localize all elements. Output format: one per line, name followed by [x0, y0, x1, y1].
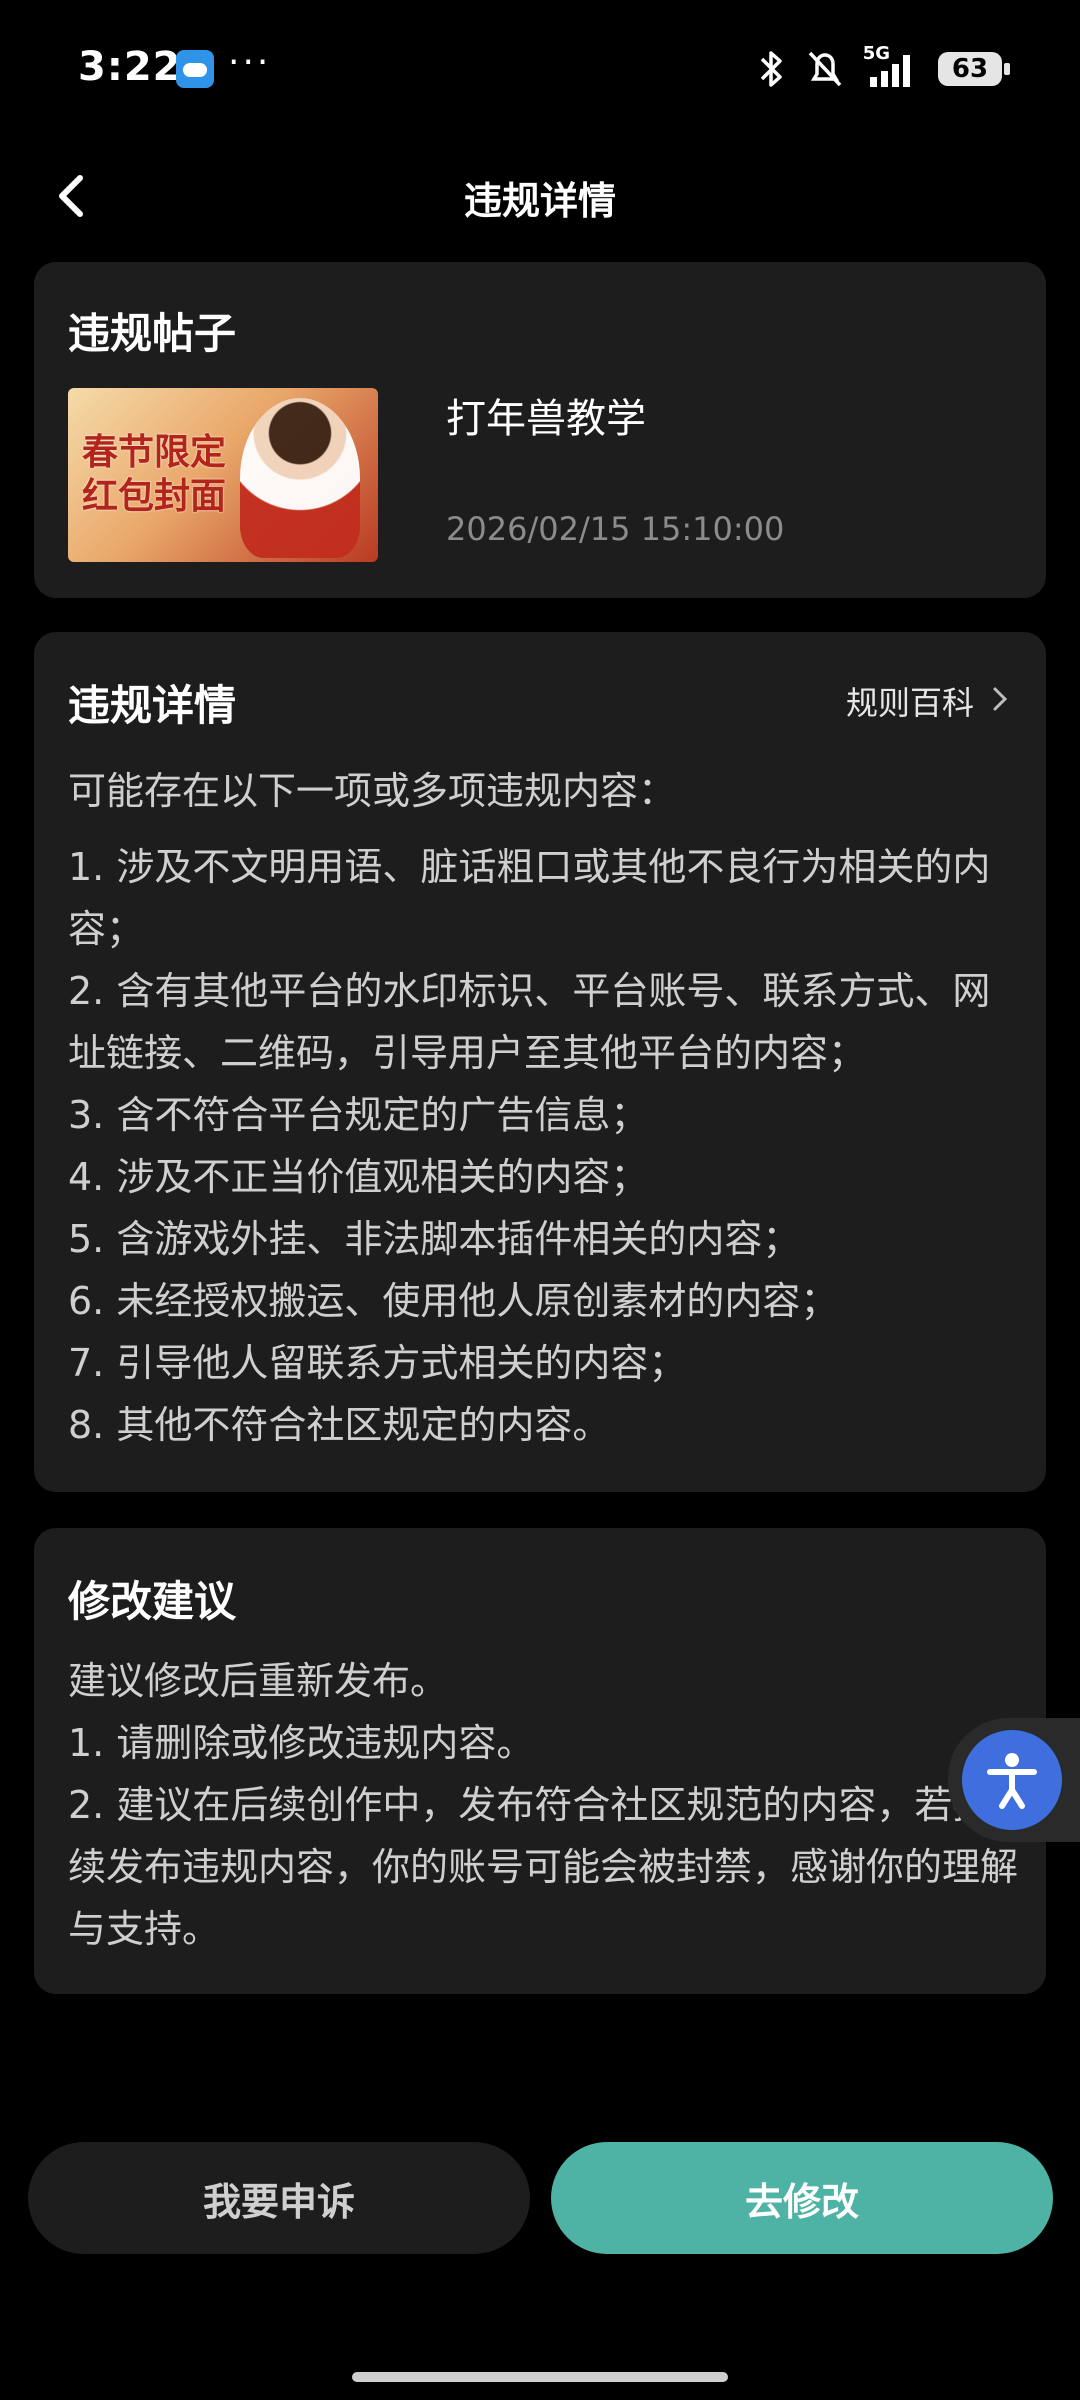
- list-item: 2. 含有其他平台的水印标识、平台账号、联系方式、网址链接、二维码，引导用户至其…: [68, 969, 991, 1075]
- edit-button[interactable]: 去修改: [551, 2142, 1053, 2254]
- signal-strength-icon: 5G: [863, 43, 920, 89]
- battery-indicator: 63: [938, 52, 1010, 86]
- list-item: 6. 未经授权搬运、使用他人原创素材的内容；: [68, 1279, 839, 1323]
- list-item: 1. 涉及不文明用语、脏话粗口或其他不良行为相关的内容；: [68, 845, 991, 951]
- thumbnail-caption-line1: 春节限定: [82, 431, 227, 473]
- section-title-advice: 修改建议: [68, 1577, 237, 1626]
- status-bar: 3:22 ··· 5G 63: [0, 0, 1080, 140]
- bluetooth-icon: [756, 49, 786, 89]
- list-item: 4. 涉及不正当价值观相关的内容；: [68, 1155, 649, 1199]
- appeal-button[interactable]: 我要申诉: [28, 2142, 530, 2254]
- post-thumbnail[interactable]: 春节限定 红包封面: [68, 388, 378, 562]
- list-item: 3. 含不符合平台规定的广告信息；: [68, 1093, 649, 1137]
- home-indicator[interactable]: [352, 2372, 728, 2382]
- advice-text: 建议修改后重新发布。 1. 请删除或修改违规内容。 2. 建议在后续创作中，发布…: [68, 1650, 1018, 1960]
- more-notifications-icon: ···: [228, 42, 272, 83]
- accessibility-icon: [962, 1730, 1062, 1830]
- list-item: 8. 其他不符合社区规定的内容。: [68, 1403, 611, 1447]
- advice-line: 建议修改后重新发布。: [68, 1659, 449, 1703]
- list-item: 7. 引导他人留联系方式相关的内容；: [68, 1341, 687, 1385]
- rules-link-label: 规则百科: [845, 684, 974, 722]
- post-title[interactable]: 打年兽教学: [446, 386, 646, 444]
- advice-line: 1. 请删除或修改违规内容。: [68, 1721, 535, 1765]
- violation-list: 1. 涉及不文明用语、脏话粗口或其他不良行为相关的内容； 2. 含有其他平台的水…: [68, 836, 1018, 1456]
- thumbnail-caption-line2: 红包封面: [82, 475, 227, 517]
- mute-bell-icon: [804, 49, 846, 89]
- violation-intro-text: 可能存在以下一项或多项违规内容：: [68, 769, 677, 813]
- list-item: 5. 含游戏外挂、非法脚本插件相关的内容；: [68, 1217, 801, 1261]
- rules-encyclopedia-link[interactable]: 规则百科: [846, 678, 1008, 724]
- section-title-post: 违规帖子: [68, 309, 237, 358]
- status-icons: 5G 63: [756, 43, 1010, 94]
- battery-level: 63: [951, 54, 989, 84]
- section-title-details: 违规详情: [68, 681, 237, 730]
- status-time: 3:22: [78, 44, 182, 90]
- thumbnail-caption: 春节限定 红包封面: [82, 430, 226, 518]
- post-date: 2026/02/15 15:10:00: [446, 510, 785, 548]
- violation-details-card: 违规详情 规则百科 可能存在以下一项或多项违规内容： 1. 涉及不文明用语、脏话…: [34, 632, 1046, 1492]
- advice-line: 2. 建议在后续创作中，发布符合社区规范的内容，若持续发布违规内容，你的账号可能…: [68, 1783, 1019, 1951]
- weather-cloud-icon: [176, 50, 214, 88]
- top-bar: 违规详情: [0, 150, 1080, 240]
- modification-advice-card: 修改建议 建议修改后重新发布。 1. 请删除或修改违规内容。 2. 建议在后续创…: [34, 1528, 1046, 1994]
- accessibility-floating-button[interactable]: [948, 1718, 1080, 1842]
- network-type: 5G: [862, 43, 890, 64]
- thumbnail-character-image: [240, 398, 360, 558]
- violating-post-card: 违规帖子 春节限定 红包封面 打年兽教学 2026/02/15 15:10:00: [34, 262, 1046, 598]
- page-title: 违规详情: [463, 179, 616, 223]
- chevron-right-icon: [992, 682, 1008, 720]
